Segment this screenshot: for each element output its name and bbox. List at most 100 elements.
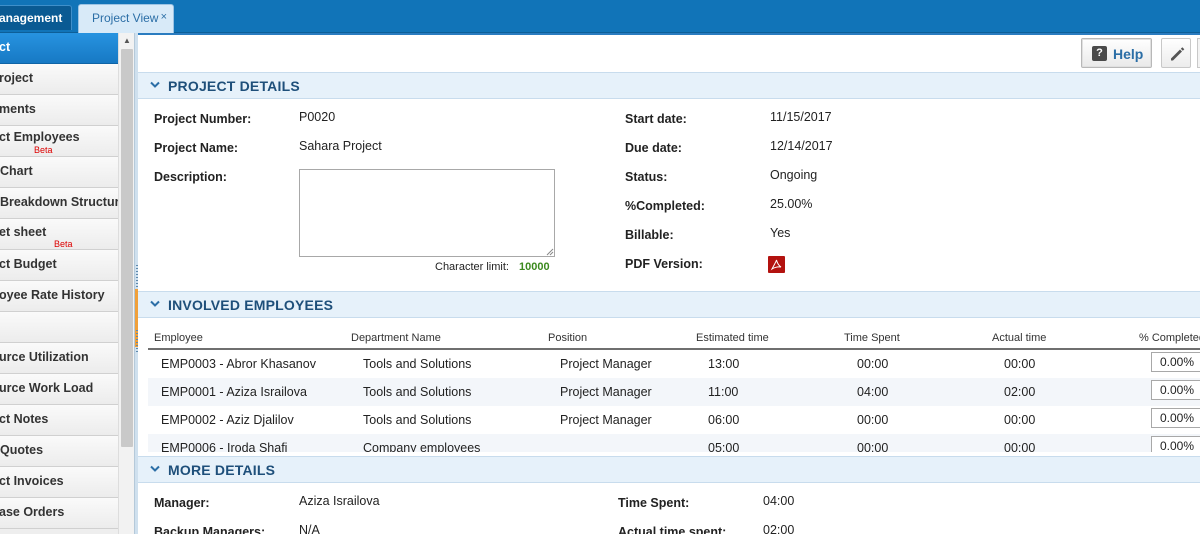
sidebar-item-label: ments [0,102,36,116]
employee-cell: EMP0003 - Abror Khasanov [161,357,316,371]
sidebar-item-project-budget[interactable]: ct Budget [0,250,118,281]
sidebar-item-project-notes[interactable]: ct Notes [0,405,118,436]
project-view-panel: ? Help PROJECT DETAILS Project Number: P… [138,33,1200,534]
manager-value: Aziza Israilova [299,494,380,508]
sidebar-item-label: ct Budget [0,257,57,271]
sidebar-item-label: Breakdown Structure [0,195,118,209]
tab-management[interactable]: anagement [0,5,72,30]
chevron-down-icon [150,300,160,307]
table-row[interactable]: EMP0002 - Aziz Djalilov Tools and Soluti… [148,406,1200,434]
sidebar-item-label: ct Employees [0,130,80,144]
column-header[interactable]: Position [548,332,587,344]
column-header[interactable]: Actual time [992,332,1046,344]
employee-cell: EMP0001 - Aziza Israilova [161,385,307,399]
description-label: Description: [154,170,227,184]
pdf-version-label: PDF Version: [625,257,703,271]
table-row[interactable]: EMP0003 - Abror Khasanov Tools and Solut… [148,350,1200,378]
column-header[interactable]: Employee [154,332,203,344]
sidebar-item-purchase-orders[interactable]: ase Orders [0,498,118,529]
sidebar-item-documents[interactable]: ments [0,95,118,126]
actual-time-cell: 00:00 [1004,441,1036,452]
help-button[interactable]: ? Help [1081,38,1152,68]
actual-time-spent-label: Actual time spent: [618,525,727,534]
sidebar-item-project-invoices[interactable]: ct Invoices [0,467,118,498]
completed-value: 25.00% [770,197,813,211]
sidebar-item-quotes[interactable]: Quotes [0,436,118,467]
sidebar-item-resource-work-load[interactable]: urce Work Load [0,374,118,405]
scroll-up-arrow-icon[interactable]: ▲ [119,35,135,47]
char-limit-label: Character limit: [435,261,509,273]
status-value: Ongoing [770,168,818,182]
backup-managers-value: N/A [299,523,320,534]
sidebar-item-rate-history[interactable]: oyee Rate History [0,281,118,312]
pdf-icon[interactable] [768,256,785,273]
help-label: Help [1113,46,1144,62]
sidebar: ct roject ments ct Employees Beta Chart … [0,33,118,534]
billable-value: Yes [770,226,791,240]
project-details-header[interactable]: PROJECT DETAILS [138,72,1200,99]
employees-table: Employee Department Name Position Estima… [138,328,1200,452]
sidebar-item-label: roject [0,71,34,85]
actual-time-cell: 00:00 [1004,357,1036,371]
employee-cell: EMP0006 - Iroda Shafi [161,441,288,452]
acrobat-icon [770,259,782,271]
tab-project-view-label: Project View [92,11,159,25]
sidebar-item-label: urce Work Load [0,381,94,395]
percent-completed-input[interactable]: 0.00% [1151,436,1200,452]
sidebar-item-project[interactable]: ct [0,33,118,64]
sidebar-item-project-employees[interactable]: ct Employees Beta [0,126,118,157]
sidebar-item-resource-utilization[interactable]: urce Utilization [0,343,118,374]
sidebar-item-label: et sheet [0,225,47,239]
table-row[interactable]: EMP0006 - Iroda Shafi Company employees … [148,434,1200,452]
percent-completed-input[interactable]: 0.00% [1151,352,1200,372]
more-details-header[interactable]: MORE DETAILS [138,456,1200,483]
pencil-icon [1171,47,1185,61]
time-spent-cell: 04:00 [857,385,889,399]
column-header[interactable]: % Completed [1139,332,1200,344]
toolbar: ? Help [138,35,1200,73]
sidebar-item-new-project[interactable]: roject [0,64,118,95]
tab-project-view[interactable]: Project View × [78,4,174,33]
app-window: anagement Project View × ct roject ments… [0,0,1200,534]
char-limit-value: 10000 [519,261,550,273]
time-spent-cell: 00:00 [857,413,889,427]
column-header[interactable]: Estimated time [696,332,769,344]
sidebar-scrollbar[interactable]: ▲ [118,33,134,534]
sidebar-item-work-breakdown[interactable]: Breakdown Structure [0,188,118,219]
sidebar-item-label: ct Invoices [0,474,64,488]
percent-completed-input[interactable]: 0.00% [1151,408,1200,428]
sidebar-item-gantt-chart[interactable]: Chart [0,157,118,188]
tab-bar: anagement Project View × [0,0,1200,33]
column-header[interactable]: Department Name [351,332,441,344]
edit-button[interactable] [1161,38,1191,68]
sidebar-item-label: ct Notes [0,412,49,426]
help-icon: ? [1092,46,1107,61]
table-row[interactable]: EMP0001 - Aziza Israilova Tools and Solu… [148,378,1200,406]
close-icon[interactable]: × [161,5,167,31]
department-cell: Tools and Solutions [363,385,472,399]
due-date-label: Due date: [625,141,682,155]
beta-badge: Beta [34,145,53,155]
manager-label: Manager: [154,496,210,510]
percent-completed-input[interactable]: 0.00% [1151,380,1200,400]
description-textarea[interactable] [299,169,555,257]
chevron-down-icon [150,465,160,472]
start-date-label: Start date: [625,112,687,126]
resize-grip-icon[interactable] [546,248,554,256]
billable-label: Billable: [625,228,674,242]
time-spent-cell: 00:00 [857,441,889,452]
beta-badge: Beta [54,239,73,249]
chevron-down-icon [150,81,160,88]
section-title: PROJECT DETAILS [168,78,300,94]
column-header[interactable]: Time Spent [844,332,900,344]
sidebar-item-label: urce Utilization [0,350,89,364]
backup-managers-label: Backup Managers: [154,525,266,534]
estimated-time-cell: 06:00 [708,413,740,427]
section-title: MORE DETAILS [168,462,276,478]
project-name-label: Project Name: [154,141,239,155]
due-date-value: 12/14/2017 [770,139,833,153]
sidebar-item-blank[interactable] [0,312,118,343]
sidebar-item-timesheet[interactable]: et sheet Beta [0,219,118,250]
scrollbar-thumb[interactable] [121,49,133,447]
involved-employees-header[interactable]: INVOLVED EMPLOYEES [138,291,1200,318]
